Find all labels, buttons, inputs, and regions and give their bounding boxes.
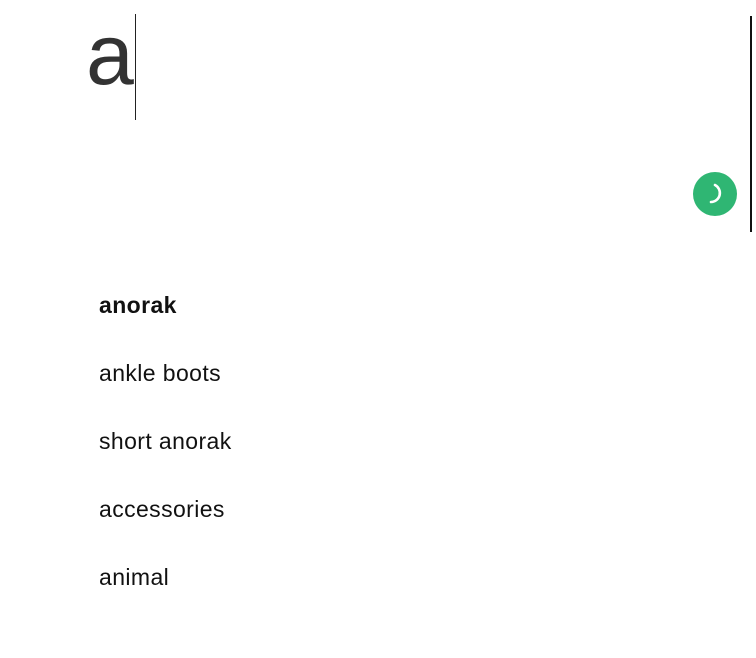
suggestion-item[interactable]: animal bbox=[99, 560, 232, 628]
text-caret bbox=[134, 14, 137, 120]
suggestion-label: animal bbox=[99, 564, 170, 590]
suggestion-list: anorak ankle boots short anorak accessor… bbox=[99, 288, 232, 628]
suggestion-label: short anorak bbox=[99, 428, 232, 454]
search-submit-button[interactable] bbox=[693, 172, 737, 216]
loading-spinner-icon bbox=[703, 182, 727, 206]
suggestion-item[interactable]: accessories bbox=[99, 492, 232, 560]
search-input-value: a bbox=[86, 7, 134, 103]
divider bbox=[750, 16, 752, 232]
suggestion-label: anorak bbox=[99, 292, 177, 318]
suggestion-item[interactable]: ankle boots bbox=[99, 356, 232, 424]
suggestion-label: accessories bbox=[99, 496, 225, 522]
suggestion-item[interactable]: anorak bbox=[99, 288, 232, 356]
search-area: a bbox=[0, 0, 756, 240]
search-input[interactable]: a bbox=[86, 7, 137, 120]
suggestion-item[interactable]: short anorak bbox=[99, 424, 232, 492]
suggestion-label: ankle boots bbox=[99, 360, 222, 386]
